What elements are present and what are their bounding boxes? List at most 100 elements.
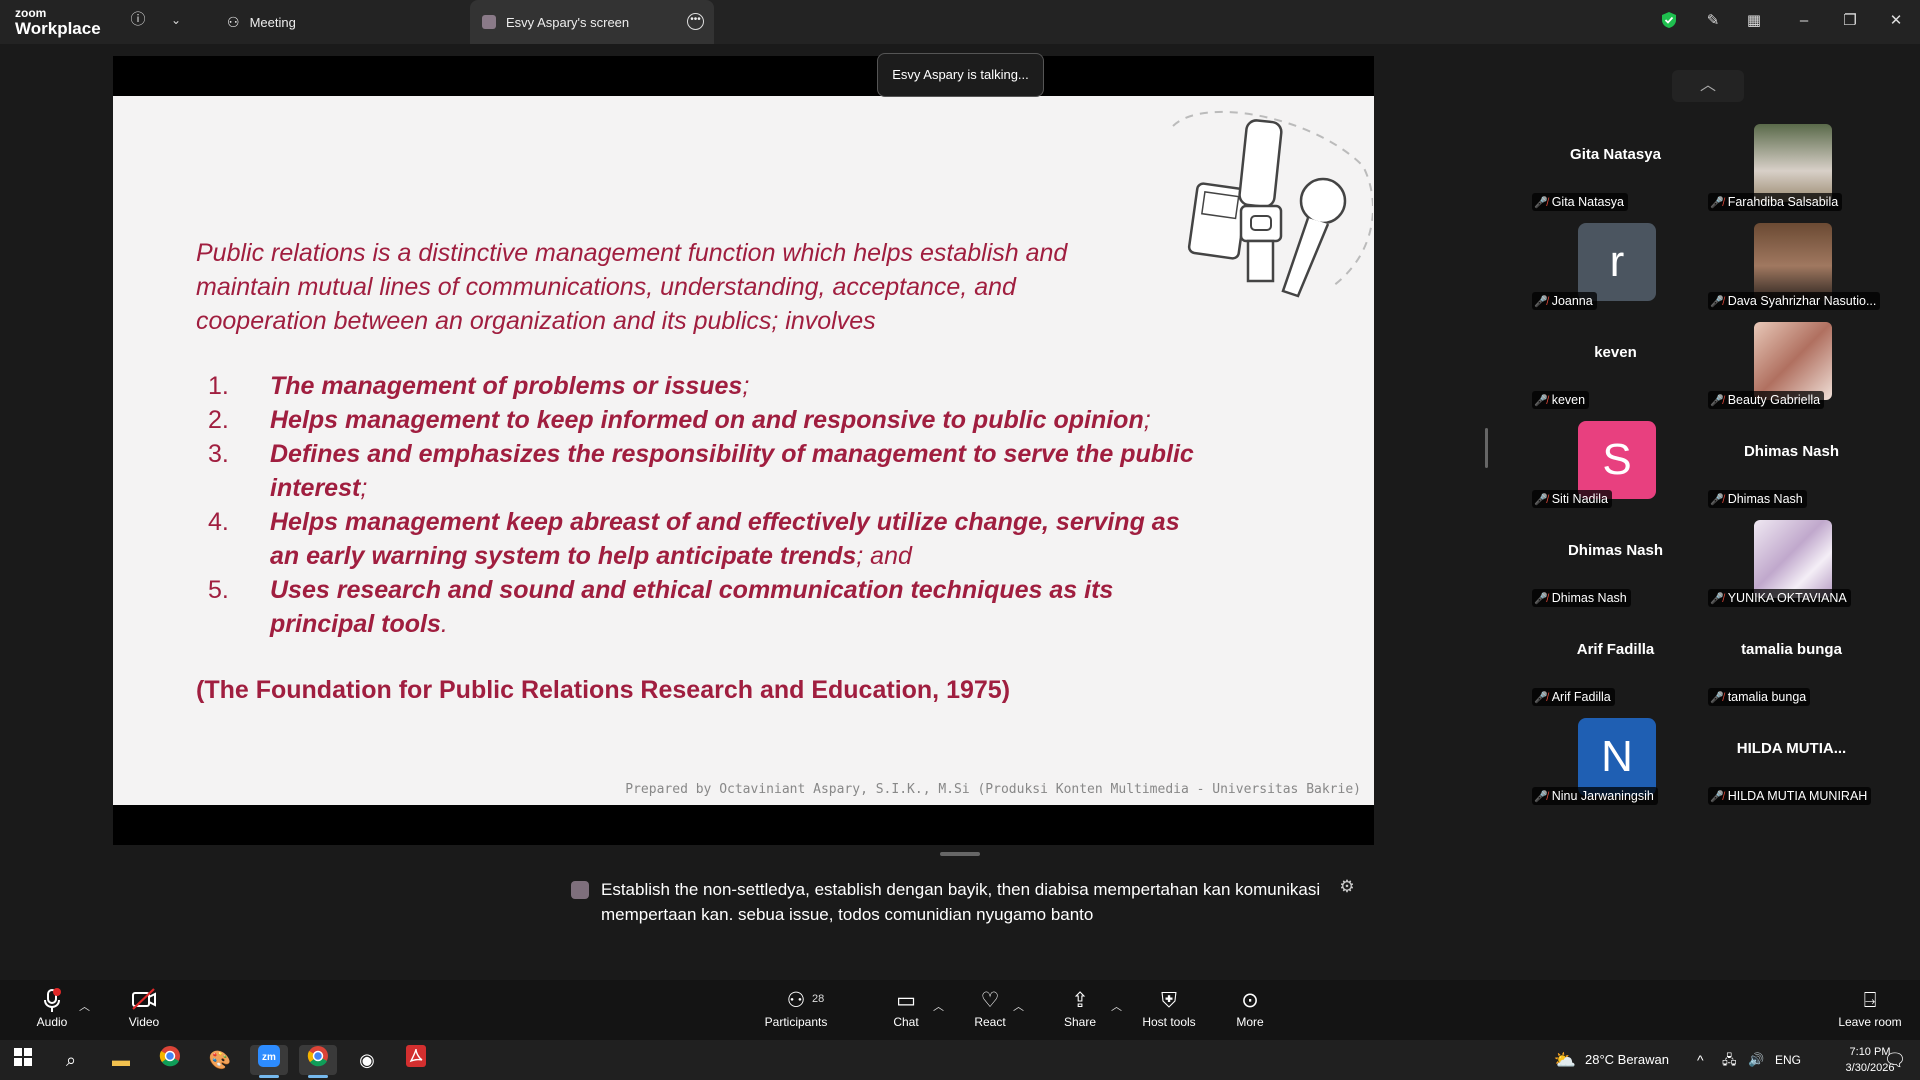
participant-video: [1754, 223, 1832, 301]
list-item: 1. The management of problems or issues;: [208, 372, 750, 400]
muted-mic-icon: 🎤̸: [1534, 593, 1548, 605]
muted-mic-icon: 🎤̸: [1710, 296, 1724, 308]
network-icon[interactable]: 🖧: [1722, 1040, 1737, 1080]
participant-tile[interactable]: r 🎤̸ Joanna: [1528, 215, 1703, 314]
caption-settings-gear-icon[interactable]: ⚙: [1337, 877, 1357, 897]
participant-tile[interactable]: 🎤̸ Beauty Gabriella: [1704, 314, 1879, 413]
participant-tile[interactable]: 🎤̸ Dava Syahrizhar Nasutio...: [1704, 215, 1880, 314]
muted-mic-icon: 🎤̸: [1710, 593, 1724, 605]
tab-shared-screen[interactable]: Esvy Aspary's screen •••: [470, 0, 714, 44]
annotate-pencil-icon[interactable]: ✎: [1703, 11, 1723, 31]
muted-mic-icon: 🎤̸: [1710, 395, 1724, 407]
participant-tile[interactable]: Arif Fadilla 🎤̸ Arif Fadilla: [1528, 611, 1703, 710]
title-bar: zoom Workplace ⓘ ⌄ ⚇ Meeting Esvy Aspary…: [0, 0, 1920, 44]
participant-tile[interactable]: Dhimas Nash 🎤̸ Dhimas Nash: [1704, 413, 1879, 512]
minimize-icon[interactable]: –: [1794, 11, 1814, 31]
show-hidden-icons-caret-icon[interactable]: ^: [1697, 1040, 1704, 1080]
share-options-caret-icon[interactable]: ︿: [1111, 998, 1122, 1014]
muted-mic-icon: 🎤̸: [1710, 197, 1724, 209]
svg-text:zm: zm: [262, 1052, 276, 1063]
chevron-down-icon[interactable]: ⌄: [166, 10, 186, 30]
list-item: 4. Helps management keep abreast of and e…: [208, 508, 1180, 570]
share-button[interactable]: ⇪ Share: [1040, 988, 1120, 1038]
chrome-window-icon[interactable]: [299, 1045, 337, 1078]
gallery-resize-handle[interactable]: [1485, 428, 1488, 468]
gallery-page-up-button[interactable]: ︿: [1672, 70, 1744, 102]
participant-tile[interactable]: Dhimas Nash 🎤̸ Dhimas Nash: [1528, 512, 1703, 611]
windows-taskbar: ⌕ ▬ 🎨 zm ◉ ⛅ 28°C Berawan ^ 🖧 🔊 ENG 7:10…: [0, 1040, 1920, 1080]
active-speaker-tooltip: Esvy Aspary is talking...: [877, 53, 1044, 97]
list-item: 3. Defines and emphasizes the responsibil…: [208, 440, 1194, 502]
video-button[interactable]: Video: [104, 988, 184, 1038]
zoom-app-icon[interactable]: zm: [250, 1045, 288, 1078]
view-layout-icon[interactable]: ▦: [1744, 11, 1764, 31]
audio-options-caret-icon[interactable]: ︿: [79, 998, 90, 1014]
list-item: 5. Uses research and sound and ethical co…: [208, 576, 1114, 638]
participant-tile[interactable]: 🎤̸ Farahdiba Salsabila: [1704, 116, 1879, 215]
shield-icon: ⛨: [1161, 989, 1177, 1012]
muted-mic-icon: 🎤̸: [1534, 692, 1548, 704]
participant-tile[interactable]: keven 🎤̸ keven: [1528, 314, 1703, 413]
weather-cloudy-icon[interactable]: ⛅: [1546, 1045, 1584, 1075]
live-caption-text: Establish the non-settledya, establish d…: [601, 880, 1321, 924]
slide-definition-text: Public relations is a distinctive manage…: [196, 239, 1068, 335]
more-ellipsis-icon: ⊙: [1241, 989, 1259, 1012]
participants-count: 28: [812, 993, 825, 1005]
video-off-icon: [104, 988, 184, 1014]
participant-video: [1754, 520, 1832, 598]
participant-tile[interactable]: S 🎤̸ Siti Nadila: [1528, 413, 1703, 512]
share-screen-icon: ⇪: [1071, 989, 1089, 1012]
participant-avatar: N: [1578, 718, 1656, 796]
participant-tile[interactable]: 🎤̸ YUNIKA OKTAVIANA: [1704, 512, 1879, 611]
leave-door-icon: ⍈: [1863, 989, 1877, 1012]
participant-avatar: r: [1578, 223, 1656, 301]
meeting-info-icon[interactable]: ⓘ: [128, 10, 148, 30]
pdf-reader-icon[interactable]: [397, 1045, 435, 1075]
participant-tile[interactable]: HILDA MUTIA... 🎤̸ HILDA MUTIA MUNIRAH: [1704, 710, 1879, 809]
participant-video: [1754, 322, 1832, 400]
file-explorer-icon[interactable]: ▬: [102, 1045, 140, 1075]
more-button[interactable]: ⊙ More: [1210, 988, 1290, 1038]
more-options-icon[interactable]: •••: [687, 13, 704, 30]
weather-text[interactable]: 28°C Berawan: [1585, 1040, 1669, 1080]
react-options-caret-icon[interactable]: ︿: [1013, 998, 1024, 1014]
windows-start-icon[interactable]: [4, 1045, 42, 1075]
leave-room-button[interactable]: ⍈ Leave room: [1830, 988, 1910, 1038]
camera-app-icon[interactable]: ◉: [348, 1045, 386, 1075]
muted-mic-icon: 🎤̸: [1710, 791, 1724, 803]
list-item: 2. Helps management to keep informed on a…: [208, 406, 1151, 434]
slide-function-list: 1. The management of problems or issues; …: [208, 369, 1208, 641]
zoom-window: zoom Workplace ⓘ ⌄ ⚇ Meeting Esvy Aspary…: [0, 0, 1920, 1080]
speaker-avatar: [571, 881, 589, 899]
host-tools-button[interactable]: ⛨ Host tools: [1129, 988, 1209, 1038]
restore-icon[interactable]: ❐: [1840, 11, 1860, 31]
slide-reference: (The Foundation for Public Relations Res…: [196, 676, 1011, 704]
encryption-shield-icon[interactable]: [1659, 11, 1679, 31]
tab-meeting[interactable]: ⚇ Meeting: [215, 0, 465, 44]
microphones-illustration-icon: [1172, 110, 1373, 298]
volume-icon[interactable]: 🔊: [1748, 1040, 1764, 1080]
muted-mic-icon: 🎤̸: [1534, 197, 1548, 209]
muted-mic-icon: 🎤̸: [1534, 395, 1548, 407]
input-language[interactable]: ENG: [1775, 1040, 1801, 1080]
search-icon[interactable]: ⌕: [52, 1045, 90, 1075]
people-icon: ⚇: [227, 13, 240, 30]
participant-tile[interactable]: tamalia bunga 🎤̸ tamalia bunga: [1704, 611, 1879, 710]
participant-gallery: Gita Natasya 🎤̸ Gita Natasya 🎤̸ Farahdiba …: [1528, 106, 1890, 809]
paint-app-icon[interactable]: 🎨: [201, 1045, 239, 1075]
close-icon[interactable]: ✕: [1886, 11, 1906, 31]
shared-screen-view: Public relations is a distinctive manage…: [113, 56, 1374, 845]
notifications-icon[interactable]: 🗨: [1876, 1045, 1914, 1075]
presentation-slide: Public relations is a distinctive manage…: [113, 96, 1374, 805]
muted-mic-icon: 🎤̸: [1710, 494, 1724, 506]
muted-mic-icon: 🎤̸: [1710, 692, 1724, 704]
chrome-icon[interactable]: [151, 1045, 189, 1075]
muted-mic-icon: 🎤̸: [1534, 494, 1548, 506]
sharer-avatar-icon: [482, 15, 496, 29]
chat-options-caret-icon[interactable]: ︿: [933, 998, 944, 1014]
participant-avatar: S: [1578, 421, 1656, 499]
participant-video: [1754, 124, 1832, 202]
participant-tile[interactable]: Gita Natasya 🎤̸ Gita Natasya: [1528, 116, 1703, 215]
caption-drag-handle[interactable]: [940, 852, 980, 856]
participant-tile[interactable]: N 🎤̸ Ninu Jarwaningsih: [1528, 710, 1703, 809]
